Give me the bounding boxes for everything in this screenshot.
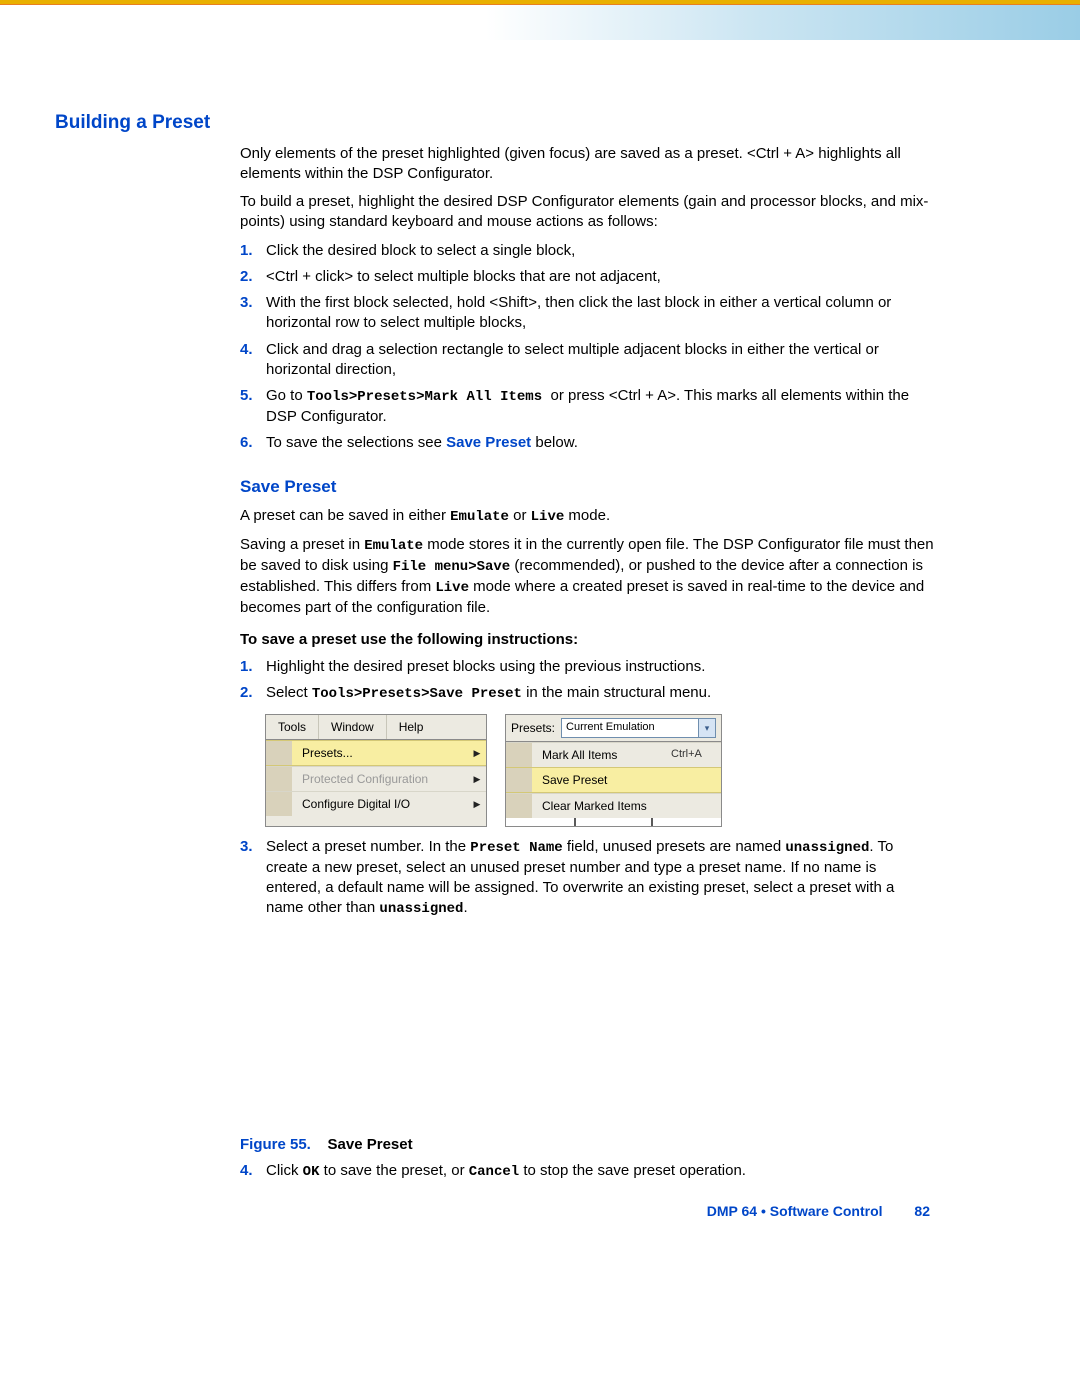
- menu-tools[interactable]: Tools: [266, 715, 319, 739]
- step-num: 6.: [240, 433, 266, 453]
- step-num: 3.: [240, 837, 266, 919]
- step-1: 1. Click the desired block to select a s…: [240, 241, 935, 261]
- step-2: 2. <Ctrl + click> to select multiple blo…: [240, 267, 935, 287]
- menu-item-mark-all[interactable]: Mark All Items Ctrl+A: [506, 742, 721, 767]
- panel-footer: [506, 818, 721, 826]
- step-num: 4.: [240, 1161, 266, 1182]
- step-num: 1.: [240, 241, 266, 261]
- step-text: Select a preset number. In the Preset Na…: [266, 837, 935, 919]
- menu-window[interactable]: Window: [319, 715, 387, 739]
- menu-gutter: [266, 767, 292, 791]
- menu-gutter: [506, 743, 532, 767]
- instructions-heading: To save a preset use the following instr…: [240, 630, 935, 650]
- tools-menu-panel: Tools Window Help Presets... ▶ Protected…: [265, 714, 487, 827]
- save-preset-link[interactable]: Save Preset: [446, 434, 531, 451]
- build-steps-list: 1. Click the desired block to select a s…: [240, 241, 935, 454]
- submenu-arrow-icon: ▶: [468, 798, 486, 810]
- save-steps-list: 1. Highlight the desired preset blocks u…: [240, 657, 935, 704]
- step-text: Click OK to save the preset, or Cancel t…: [266, 1161, 935, 1182]
- menu-gutter: [506, 794, 532, 818]
- step-num: 4.: [240, 340, 266, 381]
- save-step-2: 2. Select Tools>Presets>Save Preset in t…: [240, 683, 935, 704]
- step-5: 5. Go to Tools>Presets>Mark All Items or…: [240, 386, 935, 427]
- submenu-arrow-icon: ▶: [468, 773, 486, 785]
- step-4: 4. Click and drag a selection rectangle …: [240, 340, 935, 381]
- save-preset-p2: Saving a preset in Emulate mode stores i…: [240, 535, 935, 618]
- menu-item-protected-config[interactable]: Protected Configuration ▶: [266, 766, 486, 791]
- step-num: 5.: [240, 386, 266, 427]
- combo-text: Current Emulation: [562, 720, 698, 735]
- save-preset-p1: A preset can be saved in either Emulate …: [240, 506, 935, 527]
- combo-dropdown-icon[interactable]: ▾: [698, 719, 715, 737]
- shortcut-text: Ctrl+A: [671, 747, 721, 762]
- step-text: Click and drag a selection rectangle to …: [266, 340, 935, 381]
- menu-help[interactable]: Help: [387, 715, 436, 739]
- menu-item-save-preset[interactable]: Save Preset: [506, 767, 721, 793]
- heading-save-preset: Save Preset: [240, 476, 1045, 499]
- save-steps-list-final: 4. Click OK to save the preset, or Cance…: [240, 1161, 935, 1182]
- presets-toolbar: Presets: Current Emulation ▾: [506, 715, 721, 742]
- step-text: To save the selections see Save Preset b…: [266, 433, 935, 453]
- save-step-1: 1. Highlight the desired preset blocks u…: [240, 657, 935, 677]
- menu-gutter: [266, 792, 292, 816]
- save-step-3: 3. Select a preset number. In the Preset…: [240, 837, 935, 919]
- step-text: Select Tools>Presets>Save Preset in the …: [266, 683, 935, 704]
- tools-dropdown: Presets... ▶ Protected Configuration ▶ C…: [266, 740, 486, 816]
- figure-placeholder-space: [145, 925, 1045, 1125]
- page-content: Building a Preset Only elements of the p…: [145, 110, 1045, 1221]
- intro-paragraph-1: Only elements of the preset highlighted …: [240, 144, 935, 185]
- menu-screenshot: Tools Window Help Presets... ▶ Protected…: [265, 714, 1045, 827]
- menu-gutter: [506, 768, 532, 792]
- submenu-arrow-icon: ▶: [468, 747, 486, 759]
- header-gradient-bar: [0, 0, 1080, 40]
- step-num: 2.: [240, 267, 266, 287]
- figure-label: Figure 55.: [240, 1136, 311, 1153]
- presets-combo[interactable]: Current Emulation ▾: [561, 718, 716, 738]
- menu-item-digital-io[interactable]: Configure Digital I/O ▶: [266, 791, 486, 816]
- menu-gutter: [266, 741, 292, 765]
- step-num: 3.: [240, 293, 266, 334]
- step-text: <Ctrl + click> to select multiple blocks…: [266, 267, 935, 287]
- step-text: With the first block selected, hold <Shi…: [266, 293, 935, 334]
- presets-label: Presets:: [511, 720, 555, 736]
- step-6: 6. To save the selections see Save Prese…: [240, 433, 935, 453]
- step-text: Go to Tools>Presets>Mark All Items or pr…: [266, 386, 935, 427]
- page-number: 82: [914, 1203, 930, 1219]
- figure-caption: Figure 55. Save Preset: [240, 1135, 1045, 1155]
- step-num: 2.: [240, 683, 266, 704]
- step-text: Click the desired block to select a sing…: [266, 241, 935, 261]
- intro-paragraph-2: To build a preset, highlight the desired…: [240, 192, 935, 233]
- save-steps-list-cont: 3. Select a preset number. In the Preset…: [240, 837, 935, 919]
- menu-item-clear-marked[interactable]: Clear Marked Items: [506, 793, 721, 818]
- presets-dropdown: Mark All Items Ctrl+A Save Preset Clear …: [506, 742, 721, 818]
- step-num: 1.: [240, 657, 266, 677]
- footer-text: DMP 64 • Software Control: [707, 1203, 883, 1219]
- menu-item-presets[interactable]: Presets... ▶: [266, 740, 486, 766]
- menubar: Tools Window Help: [266, 715, 486, 740]
- heading-building-preset: Building a Preset: [55, 110, 1045, 136]
- presets-submenu-panel: Presets: Current Emulation ▾ Mark All It…: [505, 714, 722, 827]
- figure-title: Save Preset: [328, 1136, 413, 1153]
- step-text: Highlight the desired preset blocks usin…: [266, 657, 935, 677]
- page-footer: DMP 64 • Software Control 82: [145, 1202, 930, 1221]
- step-3: 3. With the first block selected, hold <…: [240, 293, 935, 334]
- save-step-4: 4. Click OK to save the preset, or Cance…: [240, 1161, 935, 1182]
